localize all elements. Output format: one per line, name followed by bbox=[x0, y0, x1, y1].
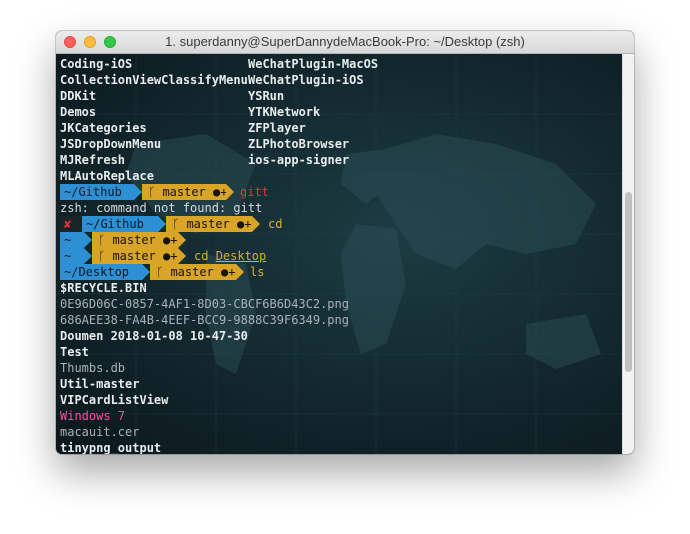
vertical-scrollbar[interactable] bbox=[622, 54, 634, 454]
branch-icon: ᚴ bbox=[148, 185, 163, 199]
branch-icon: ᚴ bbox=[98, 249, 113, 263]
list-item: WeChatPlugin-iOS bbox=[248, 73, 364, 87]
list-item: ZFPlayer bbox=[248, 121, 306, 135]
git-branch: master bbox=[186, 217, 230, 231]
branch-icon: ᚴ bbox=[98, 233, 113, 247]
error-status-icon: ✘ bbox=[60, 216, 82, 232]
git-dirty-indicator: ●+ bbox=[163, 249, 178, 263]
powerline-arrow-icon bbox=[236, 264, 244, 280]
list-item: ZLPhotoBrowser bbox=[248, 137, 350, 151]
prompt-git-segment: ᚴ master ●+ bbox=[166, 216, 252, 232]
git-branch: master bbox=[170, 265, 214, 279]
powerline-arrow-icon bbox=[84, 232, 92, 248]
file-entry: Thumbs.db bbox=[60, 361, 126, 375]
prompt-git-segment: ᚴ master ●+ bbox=[142, 184, 227, 200]
command-text: cd bbox=[268, 217, 283, 231]
file-entry: Test bbox=[60, 345, 89, 359]
powerline-arrow-icon bbox=[134, 184, 142, 200]
list-item: Coding-iOS bbox=[60, 57, 133, 71]
prompt-git-segment: ᚴ master ●+ bbox=[92, 232, 178, 248]
prompt-dir-segment: ~ bbox=[60, 232, 84, 248]
prompt-git-segment: ᚴ master ●+ bbox=[92, 248, 178, 264]
prompt-dir-segment: ~/Github bbox=[60, 184, 134, 200]
list-item: JSDropDownMenu bbox=[60, 137, 162, 151]
file-entry: 686AEE38-FA4B-4EEF-BCC9-9888C39F6349.png bbox=[60, 313, 349, 327]
file-entry: 0E96D06C-0857-4AF1-8D03-CBCF6B6D43C2.png bbox=[60, 297, 349, 311]
file-entry: Windows 7 bbox=[60, 409, 126, 423]
powerline-arrow-icon bbox=[142, 264, 150, 280]
prompt-dir-segment: ~ bbox=[60, 248, 84, 264]
powerline-arrow-icon bbox=[226, 184, 234, 200]
git-dirty-indicator: ●+ bbox=[163, 233, 178, 247]
git-branch: master bbox=[112, 249, 156, 263]
command-name: cd bbox=[194, 249, 209, 263]
file-entry: tinypng_output bbox=[60, 441, 162, 454]
terminal-content[interactable]: Coding-iOS CollectionViewClassifyMenu DD… bbox=[56, 54, 622, 454]
branch-icon: ᚴ bbox=[156, 265, 171, 279]
prompt-git-segment: ᚴ master ●+ bbox=[150, 264, 236, 280]
branch-icon: ᚴ bbox=[172, 217, 187, 231]
list-item: Demos bbox=[60, 105, 97, 119]
scrollbar-thumb[interactable] bbox=[625, 192, 632, 372]
list-item: DDKit bbox=[60, 89, 97, 103]
command-argument: Desktop bbox=[215, 249, 267, 263]
file-entry: Doumen 2018-01-08 10-47-30 bbox=[60, 329, 248, 343]
prompt-dir-segment: ~/Desktop bbox=[60, 264, 142, 280]
git-branch: master bbox=[162, 185, 206, 199]
list-item: ios-app-signer bbox=[248, 153, 350, 167]
file-entry: $RECYCLE.BIN bbox=[60, 281, 147, 295]
git-branch: master bbox=[112, 233, 156, 247]
powerline-arrow-icon bbox=[178, 232, 186, 248]
command-text: gitt bbox=[240, 185, 269, 199]
list-item: MLAutoReplace bbox=[60, 169, 154, 183]
prompt-dir-segment: ~/Github bbox=[82, 216, 158, 232]
list-item: YSRun bbox=[248, 89, 285, 103]
list-item: YTKNetwork bbox=[248, 105, 321, 119]
git-dirty-indicator: ●+ bbox=[237, 217, 252, 231]
command-text: cd Desktop bbox=[194, 248, 266, 264]
terminal-window: 1. superdanny@SuperDannydeMacBook-Pro: ~… bbox=[56, 31, 634, 454]
file-entry: VIPCardListView bbox=[60, 393, 169, 407]
powerline-arrow-icon bbox=[252, 216, 260, 232]
file-entry: macauit.cer bbox=[60, 425, 140, 439]
title-bar[interactable]: 1. superdanny@SuperDannydeMacBook-Pro: ~… bbox=[56, 31, 634, 54]
powerline-arrow-icon bbox=[178, 248, 186, 264]
list-item: CollectionViewClassifyMenu bbox=[60, 73, 248, 87]
list-item: JKCategories bbox=[60, 121, 147, 135]
git-dirty-indicator: ●+ bbox=[221, 265, 236, 279]
error-message: zsh: command not found: gitt bbox=[60, 201, 263, 215]
list-item: WeChatPlugin-MacOS bbox=[248, 57, 379, 71]
file-entry: Util-master bbox=[60, 377, 140, 391]
window-title: 1. superdanny@SuperDannydeMacBook-Pro: ~… bbox=[165, 34, 525, 49]
powerline-arrow-icon bbox=[158, 216, 166, 232]
powerline-arrow-icon bbox=[84, 248, 92, 264]
command-text: ls bbox=[250, 265, 265, 279]
list-item: MJRefresh bbox=[60, 153, 126, 167]
